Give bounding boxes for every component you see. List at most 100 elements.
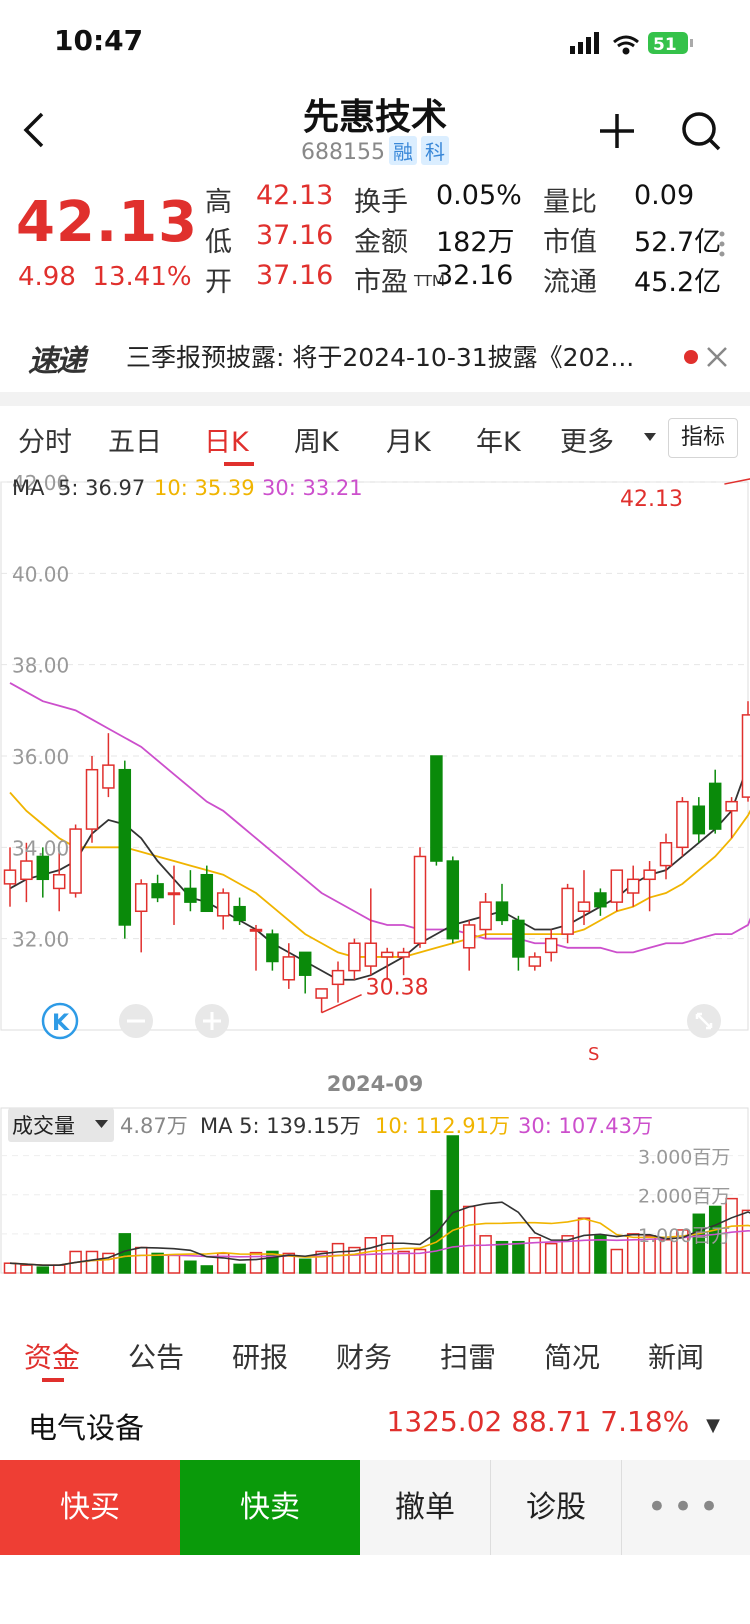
battery-level: 51: [653, 35, 677, 55]
price-change: 4.98 13.41%: [18, 262, 192, 292]
fullscreen-button[interactable]: [687, 1004, 721, 1038]
bottom-tab-4[interactable]: 扫雷: [440, 1336, 496, 1376]
active-tab-indicator: [224, 462, 254, 466]
stock-name: 先惠技术: [302, 97, 447, 138]
chart-tab-4[interactable]: 月K: [386, 420, 431, 459]
volume-tick-label: 1.000百万: [638, 1225, 730, 1247]
volume-tick-label: 2.000百万: [638, 1186, 730, 1208]
more-actions-button[interactable]: •••: [622, 1460, 750, 1555]
volume-ma30: 30: 107.43万: [518, 1114, 653, 1138]
stat-value: 42.13: [256, 180, 334, 211]
star-market-tag: 科: [420, 136, 449, 165]
volume-bar: [167, 1254, 181, 1274]
stat-value: 182万: [436, 227, 515, 258]
sell-signal-label: S: [588, 1044, 599, 1065]
express-logo: 速递: [28, 344, 86, 379]
indicator-button[interactable]: 指标: [668, 418, 738, 458]
candle: [692, 797, 706, 843]
bottom-tab-3[interactable]: 财务: [336, 1336, 392, 1376]
section-divider: [0, 392, 750, 406]
banner-text[interactable]: 三季报预披露: 将于2024-10-31披露《202...: [126, 338, 634, 374]
volume-bar: [577, 1217, 591, 1274]
chevron-down-icon[interactable]: [643, 432, 657, 442]
change-amount: 4.98: [18, 262, 76, 292]
volume-bar: [397, 1250, 410, 1274]
candle: [561, 883, 574, 944]
volume-tick-label: 3.000百万: [638, 1147, 730, 1169]
chart-tab-0[interactable]: 分时: [18, 420, 72, 459]
bottom-tab-5[interactable]: 简况: [544, 1336, 600, 1376]
y-tick-label: 32.00: [12, 928, 69, 952]
sector-name[interactable]: 电气设备: [28, 1405, 144, 1447]
candle: [184, 870, 197, 912]
volume-bar: [331, 1242, 345, 1274]
candle: [528, 952, 542, 971]
stat-value: 0.05%: [436, 180, 522, 211]
cancel-order-button[interactable]: 撤单: [360, 1460, 491, 1555]
chart-tab-3[interactable]: 周K: [294, 420, 339, 459]
stat-label: 低: [205, 227, 232, 258]
chart-tab-1[interactable]: 五日: [108, 420, 162, 459]
volume-bar: [544, 1242, 558, 1274]
y-tick-label: 38.00: [12, 654, 69, 678]
candle: [348, 938, 361, 980]
date-axis-label: 2024-09: [326, 1072, 424, 1096]
bottom-tab-1[interactable]: 公告: [128, 1336, 184, 1376]
zoom-in-button[interactable]: [195, 1004, 229, 1038]
volume-bar: [20, 1264, 33, 1274]
search-icon[interactable]: [680, 110, 722, 152]
stat-value: 37.16: [256, 260, 334, 291]
volume-bar: [184, 1260, 197, 1274]
sector-values[interactable]: 1325.02 88.71 7.18% ▼: [387, 1405, 720, 1438]
zoom-out-button[interactable]: [119, 1004, 153, 1038]
quick-sell-button[interactable]: 快卖: [180, 1460, 360, 1555]
stat-value: 32.16: [436, 260, 514, 291]
candle: [512, 915, 525, 971]
current-price: 42.13: [16, 190, 199, 255]
volume-bar: [462, 1205, 476, 1274]
kline-ma5: 5: 36.97: [58, 476, 145, 500]
candle: [479, 893, 492, 939]
volume-selector-label: 成交量: [12, 1114, 75, 1138]
stock-code-line: 688155 融科: [0, 136, 750, 165]
bottom-tab-6[interactable]: 新闻: [648, 1336, 704, 1376]
y-tick-label: 40.00: [12, 562, 69, 586]
chart-tab-6[interactable]: 更多: [560, 420, 614, 459]
candle: [216, 888, 230, 930]
candle: [364, 888, 378, 976]
chart-tab-2[interactable]: 日K: [204, 420, 249, 459]
volume-bar: [741, 1209, 750, 1274]
status-time: 10:47: [54, 24, 144, 57]
signal-icon: [570, 32, 599, 54]
candle: [643, 861, 656, 912]
kline-toggle-button[interactable]: K: [41, 1002, 79, 1040]
stat-label: 换手: [354, 187, 408, 218]
stat-label: 开: [205, 267, 232, 298]
bottom-tab-2[interactable]: 研报: [232, 1336, 288, 1376]
kline-chart[interactable]: 42.0040.0038.0036.0034.0032.00 42.1330.3…: [0, 468, 750, 1308]
add-icon[interactable]: [598, 112, 636, 150]
kline-ma10: 10: 35.39: [154, 476, 255, 500]
quick-buy-button[interactable]: 快买: [0, 1460, 180, 1555]
chart-tab-5[interactable]: 年K: [476, 420, 521, 459]
volume-ma5: MA 5: 139.15万: [200, 1114, 361, 1138]
volume-legend: 成交量 4.87万 MA 5: 139.15万 10: 112.91万 30: …: [8, 1108, 653, 1142]
margin-tag: 融: [388, 136, 417, 165]
kline-ma-label: MA: [12, 476, 45, 500]
volume-bar: [85, 1250, 99, 1274]
candle: [446, 856, 460, 944]
volume-bar: [512, 1240, 525, 1274]
candle: [102, 733, 115, 798]
stat-label: 金额: [354, 227, 408, 258]
stat-value: 52.7亿: [634, 227, 722, 258]
candle: [233, 897, 246, 925]
stat-label: 高: [205, 187, 232, 218]
diagnose-button[interactable]: 诊股: [491, 1460, 622, 1555]
stat-label: 市盈: [354, 267, 408, 298]
kline-ma30: 30: 33.21: [262, 476, 363, 500]
volume-bar: [364, 1237, 378, 1274]
volume-bar: [594, 1235, 607, 1274]
banner-close[interactable]: [684, 346, 732, 368]
stat-value: 0.09: [634, 180, 695, 211]
bottom-tab-0[interactable]: 资金: [24, 1336, 80, 1376]
